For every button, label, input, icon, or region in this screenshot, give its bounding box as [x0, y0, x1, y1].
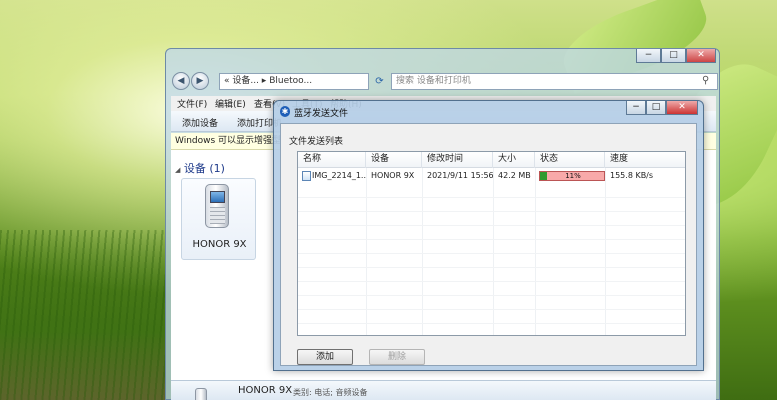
details-device-name: HONOR 9X — [238, 385, 293, 396]
details-category: 类别: 电话; 音频设备 — [293, 388, 368, 397]
dialog-body: 文件发送列表 名称 设备 修改时间 大小 状态 速度 IMG_2214_1...… — [280, 123, 697, 366]
column-header-name[interactable]: 名称 — [298, 152, 366, 168]
table-row[interactable]: IMG_2214_1... HONOR 9X 2021/9/11 15:56:.… — [298, 169, 685, 183]
dialog-close-button[interactable]: ✕ — [666, 101, 698, 115]
wallpaper-grass — [0, 230, 165, 400]
dialog-maximize-button[interactable]: □ — [646, 101, 666, 115]
address-bar[interactable]: « 设备... ▸ Bluetoo... — [219, 73, 369, 90]
device-tile-honor-9x[interactable]: HONOR 9X — [181, 178, 256, 260]
delete-button[interactable]: 删除 — [369, 349, 425, 365]
row-speed: 155.8 KB/s — [610, 171, 654, 180]
menu-file[interactable]: 文件(F) — [177, 97, 207, 110]
column-header-status[interactable]: 状态 — [535, 152, 605, 168]
explorer-close-button[interactable]: ✕ — [686, 49, 716, 63]
search-input[interactable]: 搜索 设备和打印机 — [391, 73, 718, 90]
details-pane: HONOR 9X 类别: 电话; 音频设备 — [171, 380, 716, 400]
row-file-name: IMG_2214_1... — [312, 171, 366, 180]
dialog-minimize-button[interactable]: − — [626, 101, 646, 115]
group-header[interactable]: ◢ 设备 (1) — [175, 160, 225, 176]
group-header-label: 设备 (1) — [183, 162, 225, 175]
address-row: ◀ ▶ « 设备... ▸ Bluetoo... ⟳ 搜索 设备和打印机 ⚲ — [169, 71, 718, 93]
add-device-button[interactable]: 添加设备 — [182, 116, 218, 129]
progress-label: 11% — [565, 172, 581, 180]
dialog-titlebar[interactable]: ✱ 蓝牙发送文件 − □ ✕ — [274, 101, 703, 121]
bluetooth-send-dialog: ✱ 蓝牙发送文件 − □ ✕ 文件发送列表 名称 设备 修改时间 大小 状态 速… — [273, 100, 704, 371]
phone-icon — [205, 184, 229, 228]
file-list-label: 文件发送列表 — [289, 137, 344, 147]
menu-edit[interactable]: 编辑(E) — [215, 97, 246, 110]
device-label: HONOR 9X — [192, 239, 247, 250]
file-list-header: 名称 设备 修改时间 大小 状态 速度 — [298, 152, 685, 168]
transfer-progress-bar: 11% — [539, 171, 605, 181]
forward-arrow-icon[interactable]: ▶ — [191, 72, 209, 90]
row-size: 42.2 MB — [498, 171, 531, 180]
bluetooth-icon: ✱ — [280, 106, 290, 117]
column-header-device[interactable]: 设备 — [366, 152, 422, 168]
column-header-speed[interactable]: 速度 — [605, 152, 685, 168]
row-device: HONOR 9X — [371, 171, 415, 180]
column-header-size[interactable]: 大小 — [493, 152, 535, 168]
explorer-maximize-button[interactable]: □ — [661, 49, 686, 63]
dialog-title: 蓝牙发送文件 — [294, 109, 349, 119]
column-header-modified[interactable]: 修改时间 — [422, 152, 493, 168]
back-arrow-icon[interactable]: ◀ — [172, 72, 190, 90]
collapse-icon[interactable]: ◢ — [175, 166, 180, 174]
phone-icon — [195, 388, 207, 400]
explorer-minimize-button[interactable]: − — [636, 49, 661, 63]
add-button[interactable]: 添加 — [297, 349, 353, 365]
search-icon[interactable]: ⚲ — [702, 75, 709, 86]
file-list[interactable]: 名称 设备 修改时间 大小 状态 速度 IMG_2214_1... HONOR … — [297, 151, 686, 336]
refresh-icon[interactable]: ⟳ — [372, 74, 387, 89]
row-modified: 2021/9/11 15:56:... — [427, 171, 493, 180]
